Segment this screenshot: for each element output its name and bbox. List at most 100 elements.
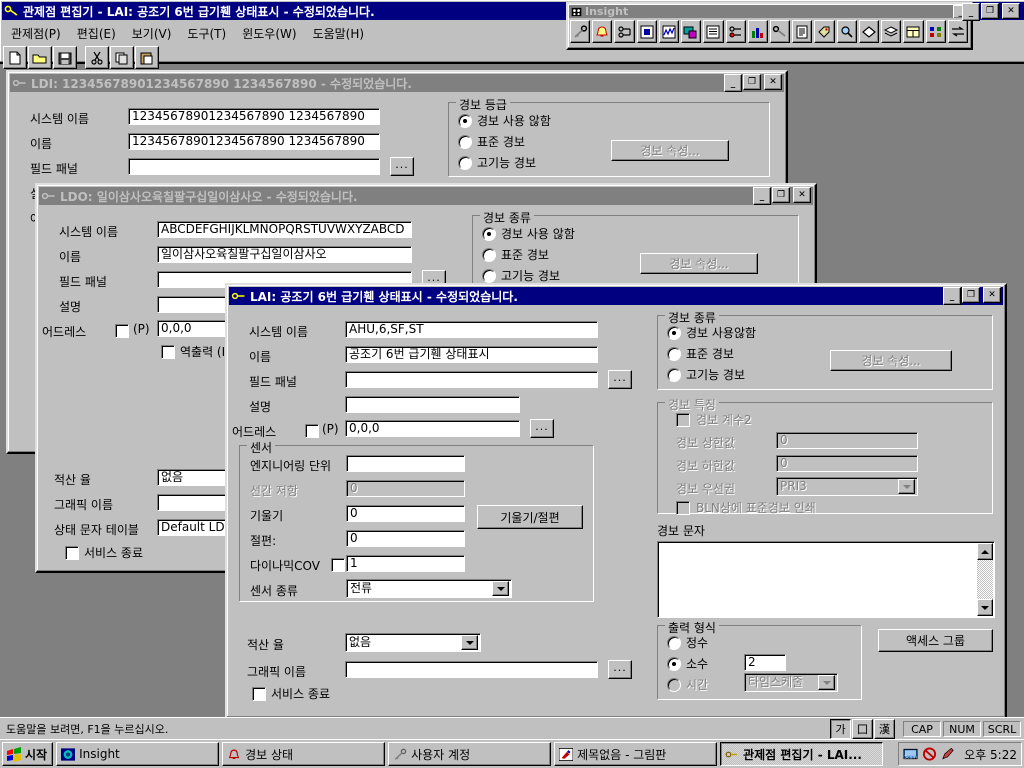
insight-icon-transfer[interactable] <box>947 20 968 43</box>
lai-graphic-input[interactable] <box>345 661 598 678</box>
lai-alarm-text-scrollbar[interactable] <box>977 543 993 616</box>
ime-mode-hanja[interactable]: 漢 <box>874 719 895 739</box>
lai-out-of-service-checkbox[interactable] <box>252 687 266 701</box>
copy-button[interactable] <box>110 46 134 69</box>
insight-icon-blocks[interactable] <box>925 20 946 43</box>
scroll-up-button[interactable] <box>977 543 993 560</box>
start-button[interactable]: 시작 <box>2 742 54 766</box>
insight-icon-list[interactable] <box>703 20 724 43</box>
lai-rate-combo[interactable]: 없음 <box>345 633 481 652</box>
lai-sensor-type-combo[interactable]: 전류 <box>346 579 512 598</box>
ldo-close-button[interactable]: ✕ <box>793 187 811 203</box>
lai-slope-input[interactable]: 0 <box>346 505 465 522</box>
main-close-button[interactable]: ✕ <box>1002 3 1020 19</box>
ldo-alarm-option-0[interactable]: 경보 사용 않함 <box>482 225 575 242</box>
lai-address-p-checkbox[interactable] <box>305 424 319 438</box>
ldi-alarm-option-2[interactable]: 고기능 경보 <box>458 154 536 171</box>
main-minimize-button[interactable]: _ <box>962 3 980 21</box>
insight-icon-layers[interactable] <box>881 20 902 43</box>
ldi-alarm-option-0[interactable]: 경보 사용 않함 <box>458 112 551 129</box>
ime-mode-full-width[interactable]: 囗 <box>852 719 873 739</box>
menu-item-help[interactable]: 도움말(H) <box>306 24 372 43</box>
lai-dynamic-cov-checkbox[interactable] <box>331 558 345 572</box>
insight-icon-grid[interactable] <box>903 20 924 43</box>
ldi-field-panel-input[interactable] <box>128 158 380 175</box>
lai-field-panel-browse-button[interactable]: ... <box>608 370 632 389</box>
ldo-alarm-option-1[interactable]: 표준 경보 <box>482 246 549 263</box>
lai-close-button[interactable]: ✕ <box>983 287 1001 303</box>
insight-icon-point[interactable] <box>725 20 746 43</box>
lai-slope-intercept-button[interactable]: 기울기/절편 <box>477 505 583 529</box>
insight-icon-wrench-key[interactable] <box>769 20 791 43</box>
ldi-field-panel-browse-button[interactable]: ... <box>390 157 414 176</box>
insight-toolbar-titlebar[interactable]: Insight _ <box>569 5 970 18</box>
ldo-state-table-combo[interactable]: Default LDO <box>157 519 227 536</box>
menu-item-edit[interactable]: 편집(E) <box>70 24 123 43</box>
save-button[interactable] <box>53 46 77 69</box>
lai-alarm-counter-row[interactable]: 경보 계수2 <box>676 411 752 428</box>
taskbar-item-insight[interactable]: Insight <box>56 742 220 766</box>
ldo-rate-combo[interactable]: 없음 <box>157 469 227 486</box>
ldo-out-of-service-checkbox[interactable] <box>65 546 79 560</box>
chevron-down-icon[interactable] <box>461 635 478 650</box>
ldi-minimize-button[interactable]: _ <box>724 74 742 92</box>
lai-output-option-time[interactable]: 시간 <box>667 676 708 693</box>
ldo-graphic-input[interactable] <box>157 494 227 511</box>
menu-item-point[interactable]: 관제점(P) <box>4 24 68 43</box>
ldo-alarm-properties-button[interactable]: 경보 속성... <box>640 253 758 274</box>
ldi-close-button[interactable]: ✕ <box>764 74 782 90</box>
lai-eng-unit-input[interactable] <box>346 455 465 472</box>
lai-graphic-browse-button[interactable]: ... <box>608 660 632 679</box>
cut-button[interactable] <box>85 46 109 69</box>
taskbar-item-user-account[interactable]: 사용자 계정 <box>388 742 552 766</box>
lai-alarm-option-2[interactable]: 고기능 경보 <box>667 366 745 383</box>
lai-alarm-option-1[interactable]: 표준 경보 <box>667 345 734 362</box>
main-restore-button[interactable]: ❐ <box>981 3 999 19</box>
lai-intercept-input[interactable]: 0 <box>346 530 465 547</box>
insight-icon-schematic[interactable] <box>614 20 635 43</box>
lai-address-browse-button[interactable]: ... <box>530 419 554 438</box>
ldo-titlebar[interactable]: LDO: 일이삼사오육칠팔구십일이삼사오 - 수정되었습니다. _ ❐ ✕ <box>39 187 813 205</box>
lai-bln-print-row[interactable]: BLN상에 표준경보 인쇄 <box>676 499 816 516</box>
lai-output-option-integer[interactable]: 정수 <box>667 634 708 651</box>
ldo-alarm-option-2[interactable]: 고기능 경보 <box>482 267 560 284</box>
taskbar-item-point-editor[interactable]: 관제점 편집기 - LAI... <box>720 742 884 766</box>
chevron-down-icon[interactable] <box>492 581 509 596</box>
ldo-system-name-input[interactable]: ABCDEFGHIJKLMNOPQRSTUVWXYZABCD <box>157 221 412 238</box>
insight-icon-bell[interactable] <box>592 20 613 43</box>
ldi-maximize-button[interactable]: ❐ <box>743 74 761 90</box>
insight-icon-chart[interactable] <box>747 20 768 43</box>
insight-icon-tag[interactable] <box>814 20 835 43</box>
ldi-name-input[interactable]: 12345678901234567890 1234567890 <box>128 133 380 150</box>
lai-field-panel-input[interactable] <box>345 371 598 388</box>
lai-description-input[interactable] <box>345 396 520 413</box>
menu-item-window[interactable]: 윈도우(W) <box>235 24 303 43</box>
ldo-reverse-output-checkbox[interactable] <box>161 345 175 359</box>
insight-icon-report[interactable] <box>636 20 657 43</box>
menu-item-view[interactable]: 보기(V) <box>125 24 179 43</box>
insight-icon-diamond[interactable] <box>858 20 880 43</box>
lai-address-input[interactable]: 0,0,0 <box>345 420 520 437</box>
lai-dynamic-cov-input[interactable]: 1 <box>346 555 465 572</box>
ldi-system-name-input[interactable]: 12345678901234567890 1234567890 <box>128 108 380 125</box>
ldi-alarm-properties-button[interactable]: 경보 속성... <box>611 140 729 161</box>
lai-alarm-properties-button[interactable]: 경보 속성... <box>830 350 952 371</box>
lai-alarm-text-area[interactable] <box>657 541 995 618</box>
lai-maximize-button[interactable]: ❐ <box>962 287 980 303</box>
taskbar-item-alarm-status[interactable]: 경보 상태 <box>222 742 386 766</box>
ldo-name-input[interactable]: 일이삼사오육칠팔구십일이삼사오 <box>157 246 412 263</box>
insight-icon-color[interactable] <box>681 20 702 43</box>
ldi-titlebar[interactable]: LDI: 12345678901234567890 1234567890 - 수… <box>10 74 784 92</box>
ldi-alarm-option-1[interactable]: 표준 경보 <box>458 133 525 150</box>
insight-icon-document[interactable] <box>792 20 813 43</box>
open-button[interactable] <box>28 46 52 69</box>
lai-titlebar[interactable]: LAI: 공조기 6번 급기휀 상태표시 - 수정되었습니다. _ ❐ ✕ <box>229 287 1003 305</box>
new-button[interactable] <box>3 46 27 69</box>
lai-minimize-button[interactable]: _ <box>943 287 961 305</box>
lai-decimal-places-input[interactable]: 2 <box>744 654 786 671</box>
insight-icon-trend[interactable] <box>658 20 680 43</box>
menu-item-tools[interactable]: 도구(T) <box>180 24 233 43</box>
lai-access-group-button[interactable]: 액세스 그룹 <box>878 629 993 652</box>
ldo-address-p-checkbox[interactable] <box>115 324 129 338</box>
lai-name-input[interactable]: 공조기 6번 급기휀 상태표시 <box>345 346 598 363</box>
